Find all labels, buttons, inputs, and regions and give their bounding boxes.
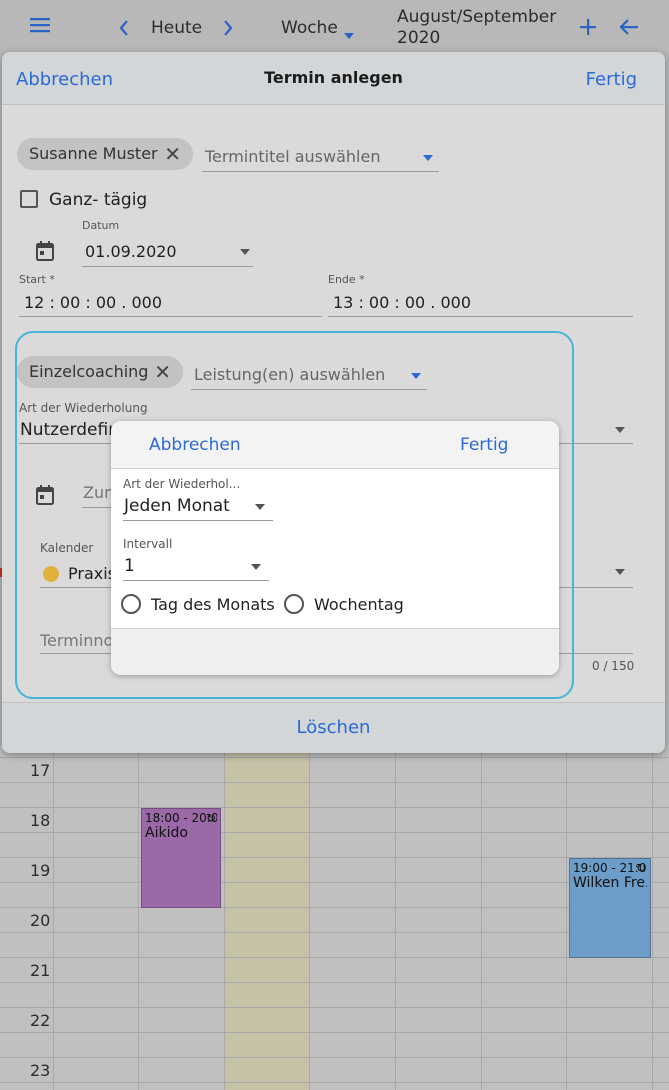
repeat-popup: Abbrechen Fertig Art der Wiederhol... Je… <box>111 421 559 675</box>
hour-line <box>0 982 669 983</box>
allday-label: Ganz- tägig <box>49 190 148 210</box>
person-chip[interactable]: Susanne Muster ✕ <box>17 138 193 170</box>
radio-day-of-month[interactable] <box>121 594 141 614</box>
interval-select[interactable]: 1 <box>124 556 135 576</box>
day-divider <box>53 745 54 1090</box>
repeat-type-label: Art der Wiederhol... <box>123 477 241 491</box>
event-title: Aikido <box>145 825 188 841</box>
back-arrow-icon[interactable] <box>619 18 639 40</box>
popup-header: Abbrechen Fertig <box>111 421 559 469</box>
chevron-down-icon[interactable] <box>343 25 355 44</box>
day-divider <box>652 745 653 1090</box>
interval-underline <box>123 580 269 581</box>
hour-line <box>0 782 669 783</box>
view-selector[interactable]: Woche <box>281 18 338 38</box>
chevron-down-icon[interactable] <box>615 569 625 575</box>
hour-label: 19 <box>30 861 51 880</box>
repeat-type-select[interactable]: Jeden Monat <box>124 496 230 516</box>
hour-label: 23 <box>30 1061 51 1080</box>
interval-label: Intervall <box>123 537 173 551</box>
radio-day-of-month-label: Tag des Monats <box>151 595 275 614</box>
menu-icon[interactable] <box>30 16 50 38</box>
day-divider <box>481 745 482 1090</box>
chevron-down-icon <box>423 155 433 161</box>
repeat-type-underline <box>123 520 273 521</box>
hour-line <box>0 1007 669 1008</box>
repeat-icon: ↻ <box>635 861 646 875</box>
start-underline <box>19 316 322 317</box>
dialog-title: Termin anlegen <box>264 68 403 87</box>
hour-line <box>0 1082 669 1083</box>
repeat-icon: ↻ <box>205 811 216 825</box>
end-underline <box>328 316 633 317</box>
month-label-line1: August/September <box>397 7 557 27</box>
month-label-line2: 2020 <box>397 28 441 48</box>
chevron-right-icon[interactable] <box>222 19 234 41</box>
end-time-field[interactable]: 13 : 00 : 00 . 000 <box>333 293 471 312</box>
dialog-footer: Löschen <box>2 702 665 753</box>
today-column <box>224 745 309 1090</box>
calendar-icon[interactable] <box>36 241 54 261</box>
calendar-event[interactable]: 19:00 - 21:00 Wilken Fre... ↻ <box>569 858 651 958</box>
hour-label: 20 <box>30 911 51 930</box>
allday-checkbox[interactable] <box>20 190 38 208</box>
hour-label: 22 <box>30 1011 51 1030</box>
chevron-down-icon[interactable] <box>255 504 265 510</box>
dialog-header: Abbrechen Termin anlegen Fertig <box>2 52 665 105</box>
hour-line <box>0 1032 669 1033</box>
today-button[interactable]: Heute <box>151 18 202 38</box>
add-icon[interactable] <box>579 18 597 40</box>
chevron-down-icon[interactable] <box>615 427 625 433</box>
hour-label: 17 <box>30 761 51 780</box>
close-icon[interactable]: ✕ <box>164 138 181 170</box>
person-chip-label: Susanne Muster <box>29 144 158 163</box>
char-counter: 0 / 150 <box>592 659 635 673</box>
calendar-event[interactable]: 18:00 - 20:00 Aikido ↻ <box>141 808 221 908</box>
top-toolbar: Heute Woche August/September 2020 <box>0 0 669 56</box>
event-title: Wilken Fre... <box>573 875 647 891</box>
popup-footer <box>111 628 559 675</box>
day-divider <box>138 745 139 1090</box>
start-label: Start * <box>19 273 55 286</box>
date-value[interactable]: 01.09.2020 <box>85 242 177 261</box>
title-select[interactable]: Termintitel auswählen <box>202 146 439 172</box>
day-divider <box>309 745 310 1090</box>
day-divider <box>395 745 396 1090</box>
day-divider <box>566 745 567 1090</box>
chevron-down-icon[interactable] <box>251 564 261 570</box>
radio-weekday-label: Wochentag <box>314 595 404 614</box>
delete-button[interactable]: Löschen <box>2 716 665 739</box>
hour-label: 18 <box>30 811 51 830</box>
popup-cancel-button[interactable]: Abbrechen <box>149 435 241 455</box>
title-select-placeholder: Termintitel auswählen <box>205 147 381 166</box>
hour-line <box>0 832 669 833</box>
start-time-field[interactable]: 12 : 00 : 00 . 000 <box>24 293 162 312</box>
hour-line <box>0 757 669 758</box>
day-divider <box>224 745 225 1090</box>
chevron-left-icon[interactable] <box>118 19 130 41</box>
date-underline <box>82 266 253 267</box>
date-label: Datum <box>82 219 120 232</box>
chevron-down-icon[interactable] <box>240 249 250 255</box>
hour-line <box>0 1057 669 1058</box>
radio-weekday[interactable] <box>284 594 304 614</box>
end-label: Ende * <box>328 273 365 286</box>
popup-done-button[interactable]: Fertig <box>460 435 508 455</box>
hour-line <box>0 807 669 808</box>
done-button[interactable]: Fertig <box>586 69 637 90</box>
hour-label: 21 <box>30 961 51 980</box>
